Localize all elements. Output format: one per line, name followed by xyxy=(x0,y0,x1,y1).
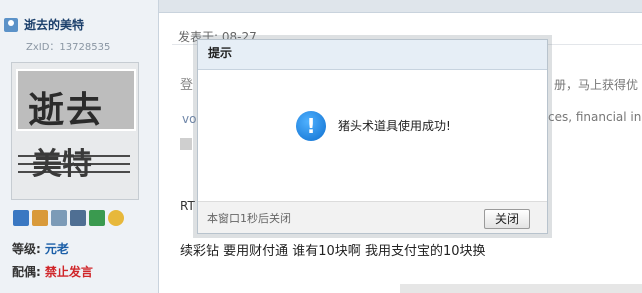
username-link[interactable]: 逝去的美特 xyxy=(24,16,84,33)
qq-icon[interactable] xyxy=(108,210,124,226)
post-title-bar xyxy=(159,0,642,13)
user-panel: 逝去的美特 ZxID：13728535 逝去 美特 等级: 元老 配偶: 禁止发言 xyxy=(0,0,159,293)
auto-close-text: 本窗口1秒后关闭 xyxy=(207,212,291,225)
avatar-text-top: 逝去 xyxy=(28,89,105,131)
avatar[interactable]: 逝去 美特 xyxy=(11,62,139,200)
message-icon[interactable] xyxy=(13,210,29,226)
avatar-text-bottom: 美特 xyxy=(32,147,92,182)
notice-dialog: 提示 ! 猪头术道具使用成功! 本窗口1秒后关闭 关闭 xyxy=(197,39,548,234)
post-text-right-2: ces, financial ins xyxy=(548,110,642,124)
user-title-label: 配偶: xyxy=(12,265,41,279)
dialog-title: 提示 xyxy=(198,40,547,70)
post-text-faint: 登 xyxy=(180,78,194,93)
close-button[interactable]: 关闭 xyxy=(484,209,530,229)
post-body: 续彩钻 要用财付通 谁有10块啊 我用支付宝的10块换 xyxy=(180,244,486,259)
post-text-right: 册，马上获得优 xyxy=(554,78,639,92)
profile-icon[interactable] xyxy=(51,210,67,226)
user-icon xyxy=(4,17,18,32)
user-level: 等级: 元老 xyxy=(12,240,69,257)
user-action-toolbar xyxy=(13,210,124,226)
user-header: 逝去的美特 xyxy=(4,16,84,33)
user-level-label: 等级: xyxy=(12,242,41,256)
prev-arrow-icon[interactable] xyxy=(180,138,192,150)
user-level-value: 元老 xyxy=(44,242,69,256)
card-icon[interactable] xyxy=(70,210,86,226)
dialog-body: ! 猪头术道具使用成功! xyxy=(198,70,547,201)
add-friend-icon[interactable] xyxy=(32,210,48,226)
gift-icon[interactable] xyxy=(89,210,105,226)
post-action-bar xyxy=(400,284,642,293)
dialog-message: 猪头术道具使用成功! xyxy=(338,119,451,133)
user-title-value: 禁止发言 xyxy=(44,265,93,279)
avatar-top-panel: 逝去 xyxy=(16,69,136,131)
info-icon: ! xyxy=(296,111,326,141)
user-zxid: ZxID：13728535 xyxy=(26,42,111,53)
post-rt-label: RT xyxy=(180,199,195,213)
dialog-footer: 本窗口1秒后关闭 关闭 xyxy=(198,201,547,233)
user-title: 配偶: 禁止发言 xyxy=(12,263,93,280)
